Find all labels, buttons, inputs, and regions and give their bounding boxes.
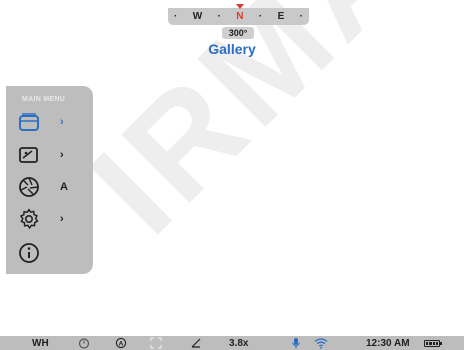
compass-east: E	[277, 11, 285, 22]
menu-item-settings[interactable]: ›	[16, 205, 86, 233]
menu-item-image-mode[interactable]: ›	[16, 141, 86, 169]
watermark: IRMAN	[61, 0, 464, 263]
status-bar: WH A 3.8x 12:30 AM	[0, 336, 464, 350]
compass-tick: ·	[217, 11, 221, 22]
settings-gear-icon	[16, 206, 42, 232]
compass-tick: ·	[174, 11, 178, 22]
menu-item-aperture[interactable]: A	[16, 173, 86, 201]
svg-text:A: A	[119, 340, 124, 347]
main-menu-title: MAIN MENU	[22, 96, 66, 103]
compass-tick: ·	[299, 11, 303, 22]
angle-icon	[190, 337, 202, 349]
menu-item-chevron: ›	[60, 149, 64, 161]
north-marker-icon	[235, 4, 244, 9]
compass-north: N	[235, 4, 244, 22]
focus-frame-icon	[150, 337, 162, 349]
main-menu-panel: MAIN MENU › › A ›	[6, 86, 93, 274]
heading-readout: 300°	[222, 27, 254, 39]
timer-icon	[78, 337, 90, 349]
gallery-icon	[16, 109, 42, 135]
compass-bar: · W · N · E ·	[168, 4, 309, 25]
menu-item-chevron: ›	[60, 213, 64, 225]
compass-west: W	[192, 11, 203, 22]
wifi-icon	[314, 337, 328, 349]
aperture-icon	[16, 174, 42, 200]
clock-time: 12:30 AM	[366, 337, 410, 349]
menu-item-value: A	[60, 181, 68, 193]
page-title: Gallery	[208, 41, 256, 57]
battery-icon	[424, 337, 442, 349]
color-palette-label: WH	[32, 337, 49, 349]
menu-item-info[interactable]	[16, 239, 86, 267]
info-icon	[16, 240, 42, 266]
menu-item-chevron: ›	[60, 116, 64, 128]
zoom-level: 3.8x	[229, 337, 249, 349]
microphone-icon	[291, 337, 301, 349]
menu-item-gallery[interactable]: ›	[16, 108, 86, 136]
compass-north-label: N	[236, 11, 244, 22]
image-mode-icon	[16, 142, 42, 168]
compass-tick: ·	[258, 11, 263, 22]
auto-calibration-icon: A	[115, 337, 127, 349]
